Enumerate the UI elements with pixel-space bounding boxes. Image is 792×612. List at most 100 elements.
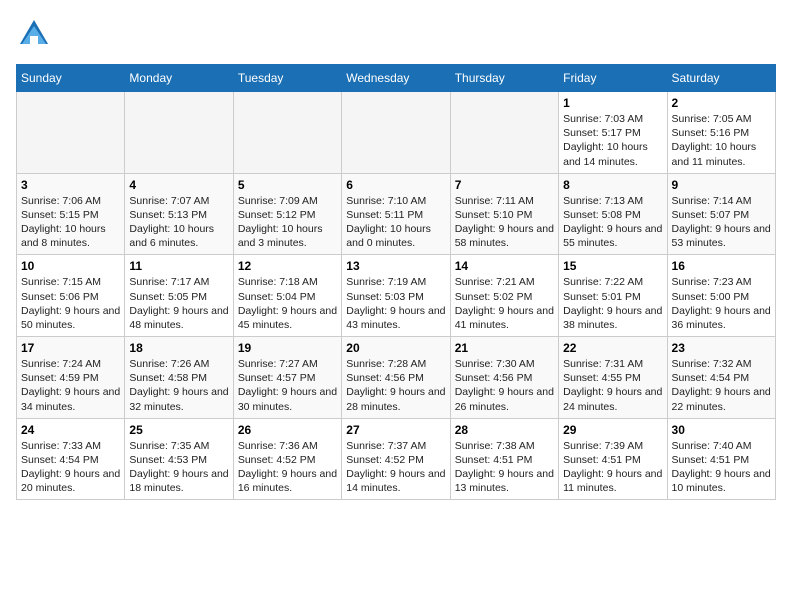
- day-info: Sunrise: 7:32 AM Sunset: 4:54 PM Dayligh…: [672, 357, 771, 414]
- day-info: Sunrise: 7:17 AM Sunset: 5:05 PM Dayligh…: [129, 275, 228, 332]
- day-number: 20: [346, 341, 445, 355]
- day-info: Sunrise: 7:03 AM Sunset: 5:17 PM Dayligh…: [563, 112, 662, 169]
- calendar-cell: 3Sunrise: 7:06 AM Sunset: 5:15 PM Daylig…: [17, 173, 125, 255]
- day-number: 6: [346, 178, 445, 192]
- calendar-cell: 20 Sunrise: 7:28 AM Sunset: 4:56 PM Dayli…: [342, 337, 450, 419]
- day-number: 14: [455, 259, 554, 273]
- calendar-cell: 25 Sunrise: 7:35 AM Sunset: 4:53 PM Dayli…: [125, 418, 233, 500]
- day-info: Sunrise: 7:22 AM Sunset: 5:01 PM Dayligh…: [563, 275, 662, 332]
- calendar-header-tuesday: Tuesday: [233, 65, 341, 92]
- day-info: Sunrise: 7:36 AM Sunset: 4:52 PM Dayligh…: [238, 439, 337, 496]
- day-info: Sunrise: 7:07 AM Sunset: 5:13 PM Dayligh…: [129, 194, 228, 251]
- day-info: Sunrise: 7:40 AM Sunset: 4:51 PM Dayligh…: [672, 439, 771, 496]
- calendar-week-5: 24 Sunrise: 7:33 AM Sunset: 4:54 PM Dayli…: [17, 418, 776, 500]
- calendar-header-sunday: Sunday: [17, 65, 125, 92]
- calendar-cell: 26 Sunrise: 7:36 AM Sunset: 4:52 PM Dayli…: [233, 418, 341, 500]
- day-number: 11: [129, 259, 228, 273]
- calendar-cell: 15 Sunrise: 7:22 AM Sunset: 5:01 PM Dayli…: [559, 255, 667, 337]
- day-info: Sunrise: 7:39 AM Sunset: 4:51 PM Dayligh…: [563, 439, 662, 496]
- day-number: 5: [238, 178, 337, 192]
- calendar-cell: 12 Sunrise: 7:18 AM Sunset: 5:04 PM Dayli…: [233, 255, 341, 337]
- day-number: 15: [563, 259, 662, 273]
- calendar-header-row: SundayMondayTuesdayWednesdayThursdayFrid…: [17, 65, 776, 92]
- day-info: Sunrise: 7:09 AM Sunset: 5:12 PM Dayligh…: [238, 194, 337, 251]
- day-number: 21: [455, 341, 554, 355]
- day-number: 26: [238, 423, 337, 437]
- calendar-cell: 5 Sunrise: 7:09 AM Sunset: 5:12 PM Daylig…: [233, 173, 341, 255]
- day-number: 24: [21, 423, 120, 437]
- calendar-header-monday: Monday: [125, 65, 233, 92]
- day-number: 25: [129, 423, 228, 437]
- calendar-cell: [450, 92, 558, 174]
- day-info: Sunrise: 7:13 AM Sunset: 5:08 PM Dayligh…: [563, 194, 662, 251]
- logo: [16, 16, 56, 52]
- calendar-cell: 23Sunrise: 7:32 AM Sunset: 4:54 PM Dayli…: [667, 337, 775, 419]
- calendar-header-saturday: Saturday: [667, 65, 775, 92]
- calendar-cell: 22 Sunrise: 7:31 AM Sunset: 4:55 PM Dayli…: [559, 337, 667, 419]
- calendar-cell: [342, 92, 450, 174]
- day-number: 10: [21, 259, 120, 273]
- day-number: 27: [346, 423, 445, 437]
- calendar-week-3: 10 Sunrise: 7:15 AM Sunset: 5:06 PM Dayli…: [17, 255, 776, 337]
- calendar-cell: 19 Sunrise: 7:27 AM Sunset: 4:57 PM Dayli…: [233, 337, 341, 419]
- day-info: Sunrise: 7:33 AM Sunset: 4:54 PM Dayligh…: [21, 439, 120, 496]
- calendar-header-wednesday: Wednesday: [342, 65, 450, 92]
- calendar-table: SundayMondayTuesdayWednesdayThursdayFrid…: [16, 64, 776, 500]
- calendar-week-2: 3Sunrise: 7:06 AM Sunset: 5:15 PM Daylig…: [17, 173, 776, 255]
- day-number: 22: [563, 341, 662, 355]
- day-info: Sunrise: 7:10 AM Sunset: 5:11 PM Dayligh…: [346, 194, 445, 251]
- day-number: 28: [455, 423, 554, 437]
- day-info: Sunrise: 7:19 AM Sunset: 5:03 PM Dayligh…: [346, 275, 445, 332]
- day-number: 17: [21, 341, 120, 355]
- logo-icon: [16, 16, 52, 52]
- calendar-cell: 11 Sunrise: 7:17 AM Sunset: 5:05 PM Dayli…: [125, 255, 233, 337]
- day-info: Sunrise: 7:38 AM Sunset: 4:51 PM Dayligh…: [455, 439, 554, 496]
- calendar-cell: [233, 92, 341, 174]
- day-number: 29: [563, 423, 662, 437]
- calendar-cell: 13Sunrise: 7:19 AM Sunset: 5:03 PM Dayli…: [342, 255, 450, 337]
- day-info: Sunrise: 7:37 AM Sunset: 4:52 PM Dayligh…: [346, 439, 445, 496]
- calendar-cell: 14 Sunrise: 7:21 AM Sunset: 5:02 PM Dayli…: [450, 255, 558, 337]
- day-info: Sunrise: 7:28 AM Sunset: 4:56 PM Dayligh…: [346, 357, 445, 414]
- day-number: 16: [672, 259, 771, 273]
- day-info: Sunrise: 7:31 AM Sunset: 4:55 PM Dayligh…: [563, 357, 662, 414]
- calendar-cell: 18 Sunrise: 7:26 AM Sunset: 4:58 PM Dayli…: [125, 337, 233, 419]
- page-header: [16, 16, 776, 52]
- day-info: Sunrise: 7:23 AM Sunset: 5:00 PM Dayligh…: [672, 275, 771, 332]
- calendar-header-thursday: Thursday: [450, 65, 558, 92]
- day-number: 9: [672, 178, 771, 192]
- day-number: 2: [672, 96, 771, 110]
- day-info: Sunrise: 7:05 AM Sunset: 5:16 PM Dayligh…: [672, 112, 771, 169]
- calendar-cell: 1Sunrise: 7:03 AM Sunset: 5:17 PM Daylig…: [559, 92, 667, 174]
- calendar-header-friday: Friday: [559, 65, 667, 92]
- calendar-cell: [125, 92, 233, 174]
- calendar-cell: 10 Sunrise: 7:15 AM Sunset: 5:06 PM Dayli…: [17, 255, 125, 337]
- day-info: Sunrise: 7:21 AM Sunset: 5:02 PM Dayligh…: [455, 275, 554, 332]
- day-info: Sunrise: 7:18 AM Sunset: 5:04 PM Dayligh…: [238, 275, 337, 332]
- day-info: Sunrise: 7:26 AM Sunset: 4:58 PM Dayligh…: [129, 357, 228, 414]
- calendar-cell: 2 Sunrise: 7:05 AM Sunset: 5:16 PM Daylig…: [667, 92, 775, 174]
- day-number: 7: [455, 178, 554, 192]
- day-info: Sunrise: 7:24 AM Sunset: 4:59 PM Dayligh…: [21, 357, 120, 414]
- day-number: 3: [21, 178, 120, 192]
- day-number: 12: [238, 259, 337, 273]
- day-info: Sunrise: 7:15 AM Sunset: 5:06 PM Dayligh…: [21, 275, 120, 332]
- day-info: Sunrise: 7:27 AM Sunset: 4:57 PM Dayligh…: [238, 357, 337, 414]
- day-number: 19: [238, 341, 337, 355]
- calendar-cell: 24 Sunrise: 7:33 AM Sunset: 4:54 PM Dayli…: [17, 418, 125, 500]
- calendar-cell: 21Sunrise: 7:30 AM Sunset: 4:56 PM Dayli…: [450, 337, 558, 419]
- calendar-cell: 4Sunrise: 7:07 AM Sunset: 5:13 PM Daylig…: [125, 173, 233, 255]
- calendar-cell: 8 Sunrise: 7:13 AM Sunset: 5:08 PM Daylig…: [559, 173, 667, 255]
- day-number: 30: [672, 423, 771, 437]
- calendar-cell: [17, 92, 125, 174]
- calendar-cell: 27 Sunrise: 7:37 AM Sunset: 4:52 PM Dayli…: [342, 418, 450, 500]
- calendar-cell: 28 Sunrise: 7:38 AM Sunset: 4:51 PM Dayli…: [450, 418, 558, 500]
- day-number: 18: [129, 341, 228, 355]
- day-info: Sunrise: 7:35 AM Sunset: 4:53 PM Dayligh…: [129, 439, 228, 496]
- calendar-cell: 17 Sunrise: 7:24 AM Sunset: 4:59 PM Dayli…: [17, 337, 125, 419]
- calendar-cell: 9Sunrise: 7:14 AM Sunset: 5:07 PM Daylig…: [667, 173, 775, 255]
- day-number: 8: [563, 178, 662, 192]
- calendar-week-4: 17 Sunrise: 7:24 AM Sunset: 4:59 PM Dayli…: [17, 337, 776, 419]
- calendar-week-1: 1Sunrise: 7:03 AM Sunset: 5:17 PM Daylig…: [17, 92, 776, 174]
- calendar-cell: 16 Sunrise: 7:23 AM Sunset: 5:00 PM Dayli…: [667, 255, 775, 337]
